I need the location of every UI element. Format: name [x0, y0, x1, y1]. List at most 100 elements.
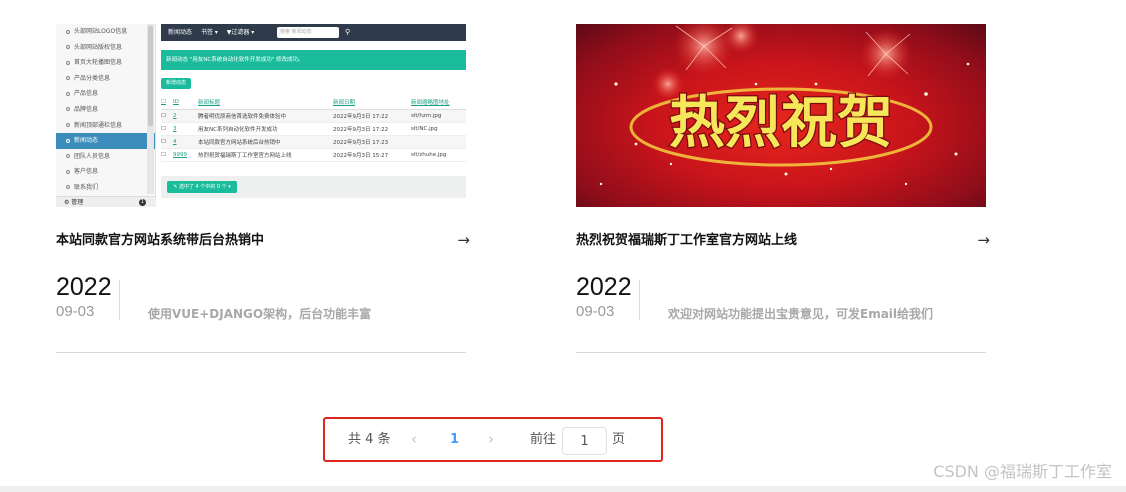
article-title[interactable]: 热烈祝贺福瑞斯丁工作室官方网站上线 [576, 231, 986, 251]
arrow-right-icon[interactable]: → [457, 231, 470, 249]
admin-table-header: 新闻日期 [333, 96, 411, 110]
article-date: 2022 09-03 [576, 272, 640, 322]
admin-sidebar-label: 新闻动态 [74, 137, 99, 145]
admin-add-button: 新增动态 [161, 78, 191, 89]
watermark: CSDN @福瑞斯丁工作室 [933, 462, 1112, 481]
admin-table-cell: 9999 [173, 148, 198, 162]
admin-sidebar-label: 头部网站版权信息 [74, 43, 123, 51]
article-year: 2022 [56, 273, 112, 301]
admin-search-box: 搜索 新闻动态 [277, 27, 339, 38]
admin-sidebar-item: 产品分类信息 [56, 71, 155, 87]
admin-table-row: ☐ 2 腾者明优原商信首选软件免费体验中 2022年9月3日 17:22 slt… [161, 109, 466, 123]
admin-table-header: 新闻缩略图地址 [411, 96, 466, 110]
circle-icon [66, 29, 70, 34]
admin-sidebar-item: 头部网站LOGO信息 [56, 24, 155, 40]
admin-sidebar-item-active: 新闻动态 [56, 133, 155, 149]
circle-icon [66, 76, 70, 81]
admin-sidebar-item: 产品信息 [56, 86, 155, 102]
circle-icon [66, 60, 70, 65]
pagination-goto-input[interactable] [562, 427, 607, 455]
admin-sidebar-item: 品牌信息 [56, 102, 155, 118]
admin-sidebar-item: 首页大轮播图信息 [56, 55, 155, 71]
admin-topbar: 新闻动态 书签 ▾ ▼过滤器 ▾ 搜索 新闻动态 ⚲ [161, 24, 466, 41]
article-bottom-divider [56, 352, 466, 353]
pagination-page-suffix: 页 [612, 432, 626, 447]
admin-table-cell: 用友NC系列自动化软件开发成功 [198, 122, 333, 136]
pagination-page-current[interactable]: 1 [450, 432, 459, 448]
admin-sidebar-item: 客户信息 [56, 164, 155, 180]
article-thumbnail-admin-screenshot[interactable]: 头部网站LOGO信息 头部网站版权信息 首页大轮播图信息 产品分类信息 产品信息… [56, 24, 466, 207]
banner-text: 热烈祝贺 [669, 91, 893, 156]
admin-table-cell: 2022年9月3日 17:22 [333, 122, 411, 136]
circle-icon [66, 123, 70, 128]
circle-icon [66, 138, 70, 143]
article-bottom-divider [576, 352, 986, 353]
admin-table-cell: 热烈祝贺福瑞斯丁工作室官方网站上线 [198, 148, 333, 162]
admin-table-cell: slt/zhuhe.jpg [411, 148, 466, 162]
bottom-strip [0, 486, 1126, 492]
chevron-left-icon[interactable]: ‹ [411, 431, 417, 447]
admin-news-table: ☐ ID 新闻标题 新闻日期 新闻缩略图地址 ☐ 2 腾者明优原商信首选软件免费… [161, 96, 466, 162]
admin-sidebar-label: 头部网站LOGO信息 [74, 28, 128, 35]
admin-table-cell: 本站同款官方网站系统后台热销中 [198, 135, 333, 149]
checkbox-icon: ☐ [161, 148, 173, 162]
admin-bulk-action-button: ✎ 选中了 4 个中的 0 个 ▾ [167, 181, 237, 193]
search-icon: ⚲ [345, 28, 351, 36]
admin-sidebar-item: 联系我们 [56, 180, 155, 196]
admin-top-title: 新闻动态 [168, 29, 193, 36]
circle-icon [66, 169, 70, 174]
admin-manage-badge: 1 [139, 199, 146, 206]
date-divider [639, 280, 640, 320]
article-description: 使用VUE+DJANGO架构，后台功能丰富 [148, 307, 372, 321]
admin-sidebar-item: 头部网站版权信息 [56, 40, 155, 56]
checkbox-icon: ☐ [161, 122, 173, 136]
admin-table-footer: ✎ 选中了 4 个中的 0 个 ▾ [161, 176, 466, 198]
admin-table-cell: 2022年9月3日 17:23 [333, 135, 411, 149]
admin-table-row: ☐ 9999 热烈祝贺福瑞斯丁工作室官方网站上线 2022年9月3日 15:27… [161, 148, 466, 162]
circle-icon [66, 107, 70, 112]
circle-icon [66, 91, 70, 96]
circle-icon [66, 45, 70, 50]
admin-table-cell: 2022年9月3日 15:27 [333, 148, 411, 162]
arrow-right-icon[interactable]: → [977, 231, 990, 249]
article-title-row[interactable]: 热烈祝贺福瑞斯丁工作室官方网站上线 → [576, 231, 990, 251]
article-card[interactable]: 头部网站LOGO信息 头部网站版权信息 首页大轮播图信息 产品分类信息 产品信息… [56, 24, 470, 353]
article-description: 欢迎对网站功能提出宝贵意见，可发Email给我们 [668, 307, 934, 321]
admin-top-menu: ▼过滤器 ▾ [226, 29, 255, 36]
circle-icon [66, 154, 70, 159]
admin-scroll-thumb [148, 26, 153, 126]
admin-sidebar-item: 团队人员信息 [56, 149, 155, 165]
admin-table-row: ☐ 4 本站同款官方网站系统后台热销中 2022年9月3日 17:23 [161, 135, 466, 149]
checkbox-icon: ☐ [161, 135, 173, 149]
admin-table-cell: 2022年9月3日 17:22 [333, 109, 411, 123]
admin-manage-label: 管理 [71, 199, 84, 206]
admin-table-header: 新闻标题 [198, 96, 333, 110]
admin-table-header: ID [173, 96, 198, 110]
admin-table-cell: 2 [173, 109, 198, 123]
admin-sidebar-label: 产品分类信息 [74, 74, 111, 82]
article-thumbnail-celebration-banner[interactable]: 热烈祝贺 [576, 24, 986, 207]
admin-sidebar-label: 产品信息 [74, 90, 99, 98]
admin-table-row: ☐ 3 用友NC系列自动化软件开发成功 2022年9月3日 17:22 slt/… [161, 122, 466, 136]
article-title[interactable]: 本站同款官方网站系统带后台热销中 [56, 231, 466, 251]
article-year: 2022 [576, 273, 632, 301]
article-monthday: 09-03 [56, 303, 95, 320]
checkbox-icon: ☐ [161, 109, 173, 123]
admin-sidebar-label: 联系我们 [74, 183, 99, 191]
admin-table-cell: 腾者明优原商信首选软件免费体验中 [198, 109, 333, 123]
admin-top-menu: 书签 ▾ [200, 29, 218, 36]
date-divider [119, 280, 120, 320]
pagination: 共 4 条 ‹ 1 › 前往 页 [323, 417, 663, 462]
checkbox-icon: ☐ [161, 96, 173, 110]
admin-table-cell: slt/NC.jpg [411, 122, 466, 136]
circle-icon [66, 185, 70, 190]
article-card[interactable]: 热烈祝贺 热烈祝贺福瑞斯丁工作室官方网站上线 → 2022 09-03 欢迎对网… [576, 24, 990, 353]
admin-sidebar: 头部网站LOGO信息 头部网站版权信息 首页大轮播图信息 产品分类信息 产品信息… [56, 24, 156, 207]
article-monthday: 09-03 [576, 303, 615, 320]
article-title-row[interactable]: 本站同款官方网站系统带后台热销中 → [56, 231, 470, 251]
chevron-right-icon[interactable]: › [488, 431, 494, 447]
pagination-goto-label: 前往 [530, 432, 557, 447]
admin-sidebar-label: 品牌信息 [74, 105, 99, 113]
admin-table-cell: 4 [173, 135, 198, 149]
pagination-total: 共 4 条 [348, 432, 391, 447]
